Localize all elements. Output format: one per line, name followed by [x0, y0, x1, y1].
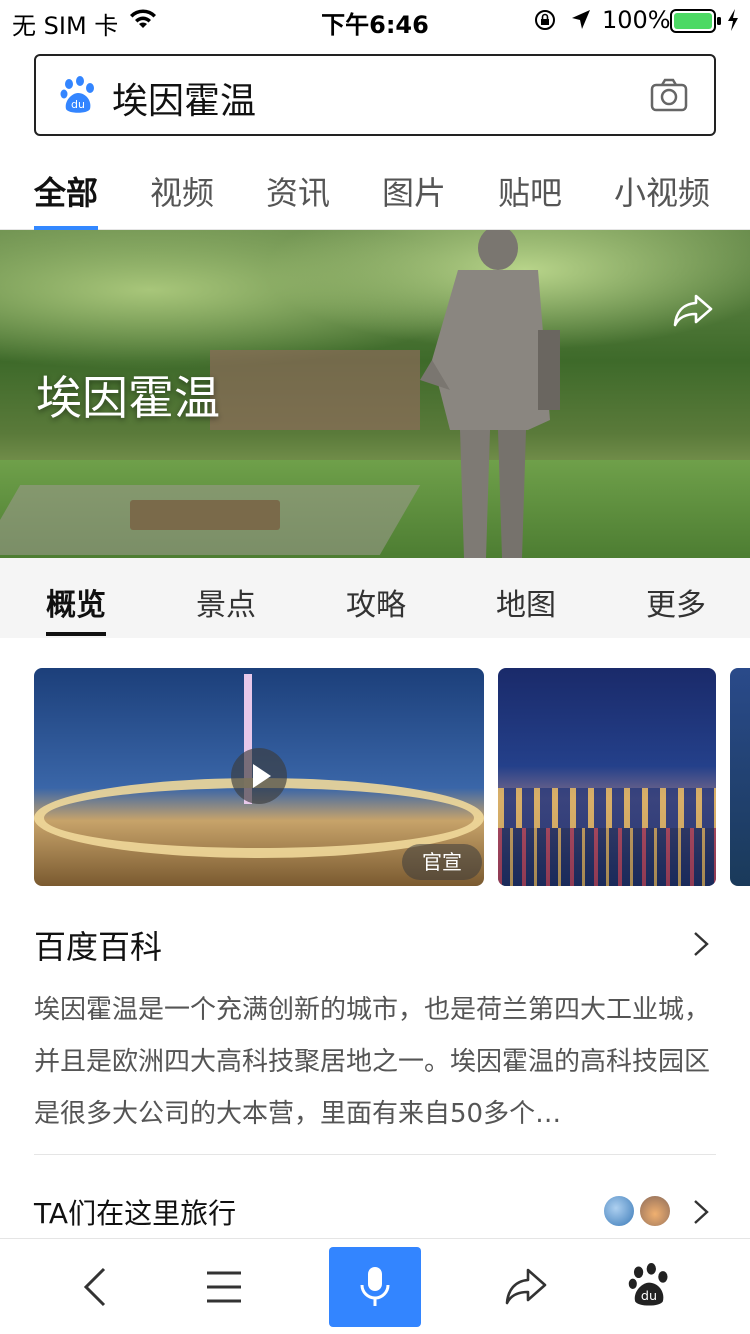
battery-percent: 100% [602, 6, 671, 34]
tab-news[interactable]: 资讯 [266, 168, 330, 214]
tab-tieba[interactable]: 贴吧 [498, 168, 562, 214]
search-tabs: 全部 视频 资讯 图片 贴吧 小视频 [0, 160, 750, 230]
active-subtab-indicator [46, 632, 106, 636]
baike-title[interactable]: 百度百科 [34, 922, 162, 968]
share-icon[interactable] [504, 1265, 548, 1311]
hero-building [210, 350, 420, 430]
hero-banner[interactable]: 埃因霍温 [0, 230, 750, 558]
play-icon[interactable] [231, 748, 287, 804]
photo-card[interactable] [498, 668, 716, 886]
section-divider [34, 1154, 716, 1155]
voice-search-button[interactable] [329, 1247, 421, 1327]
chevron-right-icon[interactable] [692, 930, 710, 962]
subtab-attractions[interactable]: 景点 [196, 580, 256, 624]
search-box[interactable]: du 埃因霍温 [34, 54, 716, 136]
tab-all[interactable]: 全部 [34, 168, 98, 214]
location-arrow-icon [570, 8, 592, 36]
subtab-more[interactable]: 更多 [646, 580, 706, 624]
charging-icon [726, 8, 740, 36]
status-bar: 无 SIM 卡 下午6:46 100% [0, 0, 750, 40]
overview-tabs: 概览 景点 攻略 地图 更多 [0, 558, 750, 638]
orientation-lock-icon [533, 8, 557, 36]
hero-title: 埃因霍温 [36, 371, 220, 425]
svg-text:du: du [641, 1289, 657, 1304]
bottom-toolbar: du [0, 1238, 750, 1334]
avatar [602, 1194, 636, 1228]
microphone-icon [359, 1265, 391, 1313]
photo-card-partial[interactable] [730, 668, 750, 886]
avatar [638, 1194, 672, 1228]
baidu-paw-icon: du [60, 76, 96, 118]
travel-title[interactable]: TA们在这里旅行 [34, 1192, 236, 1232]
tab-images[interactable]: 图片 [382, 168, 446, 214]
baidu-paw-icon[interactable]: du [628, 1263, 670, 1311]
hero-statue [420, 230, 560, 558]
water-reflection [498, 828, 716, 886]
back-icon[interactable] [80, 1265, 110, 1313]
menu-icon[interactable] [204, 1267, 244, 1311]
tab-short-video[interactable]: 小视频 [614, 168, 710, 214]
video-card[interactable]: 官宣 [34, 668, 484, 886]
subtab-overview[interactable]: 概览 [46, 580, 106, 624]
city-lights [498, 788, 716, 828]
battery-icon [670, 9, 722, 37]
official-badge: 官宣 [402, 844, 482, 880]
subtab-map[interactable]: 地图 [496, 580, 556, 624]
chevron-right-icon[interactable] [692, 1198, 710, 1230]
search-query[interactable]: 埃因霍温 [112, 72, 256, 124]
camera-icon[interactable] [650, 78, 688, 116]
subtab-guides[interactable]: 攻略 [346, 580, 406, 624]
share-icon[interactable] [672, 292, 714, 332]
hero-bench [130, 500, 280, 530]
baike-summary[interactable]: 埃因霍温是一个充满创新的城市，也是荷兰第四大工业城，并且是欧洲四大高科技聚居地之… [34, 984, 716, 1140]
tab-video[interactable]: 视频 [150, 168, 214, 214]
svg-text:du: du [71, 98, 85, 111]
